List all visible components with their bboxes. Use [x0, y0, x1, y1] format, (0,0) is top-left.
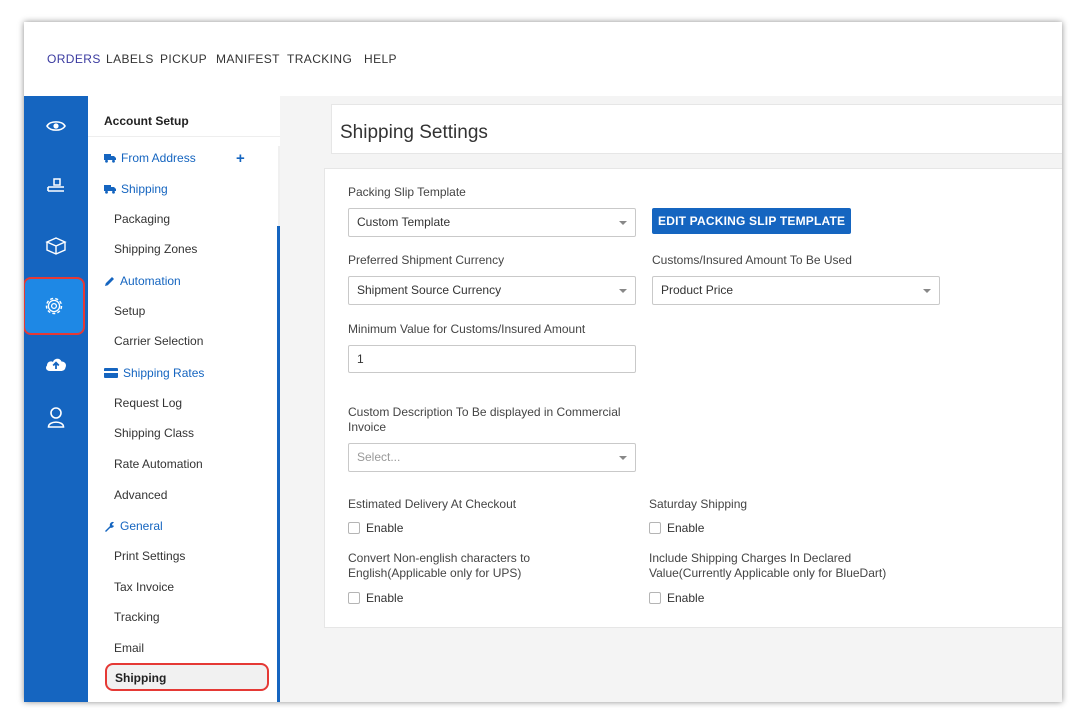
settings-sidebar: Account Setup From Address + Shipping Pa…	[88, 96, 280, 702]
checkbox-box[interactable]	[649, 522, 661, 534]
pencil-icon	[105, 276, 114, 286]
convert-checkbox[interactable]: Enable	[348, 591, 403, 605]
sidebar-item-request-log[interactable]: Request Log	[114, 396, 182, 410]
page-header-card: Shipping Settings	[331, 104, 1062, 154]
packing-slip-value: Custom Template	[357, 215, 451, 229]
include-charges-checkbox[interactable]: Enable	[649, 591, 704, 605]
rail-user[interactable]	[24, 392, 88, 442]
sidebar-item-from-address[interactable]: From Address	[104, 151, 196, 165]
currency-value: Shipment Source Currency	[357, 283, 502, 297]
rail-box[interactable]	[24, 221, 88, 271]
chevron-down-icon	[619, 456, 627, 460]
settings-card: Packing Slip Template Custom Template ED…	[324, 168, 1062, 628]
nav-manifest[interactable]: MANIFEST	[216, 52, 280, 66]
edit-packing-slip-button[interactable]: EDIT PACKING SLIP TEMPLATE	[652, 208, 852, 234]
nav-tracking[interactable]: TRACKING	[287, 52, 352, 66]
rail-upload[interactable]	[24, 339, 88, 389]
min-value-label: Minimum Value for Customs/Insured Amount	[348, 322, 586, 336]
convert-label: Convert Non-english characters to Englis…	[348, 551, 530, 581]
sidebar-item-tracking[interactable]: Tracking	[114, 610, 160, 624]
convert-label-line1: Convert Non-english characters to	[348, 551, 531, 565]
sidebar-item-tax-invoice[interactable]: Tax Invoice	[114, 580, 174, 594]
custom-desc-label-line1: Custom Description To Be displayed in Co…	[348, 405, 621, 419]
top-nav: ORDERS LABELS PICKUP MANIFEST TRACKING H…	[24, 22, 1062, 97]
sidebar-item-automation[interactable]: Automation	[104, 274, 181, 288]
wrench-icon	[105, 521, 114, 532]
add-address-icon[interactable]: +	[236, 150, 245, 167]
include-charges-label: Include Shipping Charges In Declared Val…	[649, 551, 886, 581]
sidebar-item-setup[interactable]: Setup	[114, 304, 145, 318]
sidebar-item-shipping-zones[interactable]: Shipping Zones	[114, 242, 197, 256]
customs-select[interactable]: Product Price	[652, 276, 940, 305]
min-value-input[interactable]	[348, 345, 636, 373]
saturday-label: Saturday Shipping	[649, 497, 748, 511]
sidebar-item-email[interactable]: Email	[114, 641, 144, 655]
sidebar-title: Account Setup	[104, 114, 189, 128]
icon-rail	[24, 96, 88, 702]
eye-icon	[46, 121, 66, 131]
rail-ship[interactable]	[24, 161, 88, 211]
sidebar-item-label: From Address	[121, 151, 196, 165]
currency-select[interactable]: Shipment Source Currency	[348, 276, 636, 305]
checkbox-label: Enable	[667, 591, 705, 605]
sidebar-item-shipping[interactable]: Shipping	[104, 182, 168, 196]
include-label-line1: Include Shipping Charges In Declared	[649, 551, 852, 565]
checkbox-box[interactable]	[348, 522, 360, 534]
sidebar-item-print-settings[interactable]: Print Settings	[114, 549, 185, 563]
customs-value: Product Price	[661, 283, 734, 297]
saturday-checkbox[interactable]: Enable	[649, 521, 704, 535]
sidebar-item-label: Shipping Rates	[123, 366, 205, 380]
sidebar-item-advanced[interactable]: Advanced	[114, 488, 167, 502]
nav-pickup[interactable]: PICKUP	[160, 52, 207, 66]
currency-label: Preferred Shipment Currency	[348, 253, 505, 267]
nav-help[interactable]: HELP	[364, 52, 397, 66]
truck-icon	[104, 154, 116, 163]
sidebar-item-rate-automation[interactable]: Rate Automation	[114, 457, 203, 471]
app-window: ORDERS LABELS PICKUP MANIFEST TRACKING H…	[24, 22, 1062, 702]
sidebar-item-label: General	[120, 519, 163, 533]
page-title: Shipping Settings	[340, 122, 488, 143]
rail-eye[interactable]	[24, 101, 88, 151]
cloud-upload-icon	[46, 358, 67, 371]
chevron-down-icon	[619, 289, 627, 293]
sidebar-item-carrier-selection[interactable]: Carrier Selection	[114, 334, 203, 348]
nav-orders[interactable]: ORDERS	[47, 52, 101, 66]
custom-desc-label: Custom Description To Be displayed in Co…	[348, 405, 621, 435]
rail-settings[interactable]	[24, 277, 85, 335]
divider	[88, 136, 280, 137]
checkbox-box[interactable]	[649, 592, 661, 604]
custom-desc-select[interactable]: Select...	[348, 443, 636, 472]
est-delivery-label: Estimated Delivery At Checkout	[348, 497, 517, 511]
customs-label: Customs/Insured Amount To Be Used	[652, 253, 852, 267]
sidebar-item-shipping-class[interactable]: Shipping Class	[114, 426, 194, 440]
checkbox-label: Enable	[366, 521, 404, 535]
sidebar-item-shipping-rates[interactable]: Shipping Rates	[104, 366, 204, 380]
include-label-line2: Value(Currently Applicable only for Blue…	[649, 566, 887, 580]
est-delivery-checkbox[interactable]: Enable	[348, 521, 403, 535]
convert-label-line2: English(Applicable only for UPS)	[348, 566, 522, 580]
custom-desc-label-line2: Invoice	[348, 420, 387, 434]
truck-icon	[104, 185, 116, 194]
checkbox-box[interactable]	[348, 592, 360, 604]
chevron-down-icon	[923, 289, 931, 293]
ship-box-icon	[47, 178, 64, 192]
chevron-down-icon	[619, 221, 627, 225]
checkbox-label: Enable	[366, 591, 404, 605]
packing-slip-label: Packing Slip Template	[348, 185, 466, 199]
packing-slip-select[interactable]: Custom Template	[348, 208, 636, 237]
user-icon	[47, 407, 65, 428]
credit-card-icon	[104, 368, 118, 378]
nav-labels[interactable]: LABELS	[106, 52, 154, 66]
sidebar-item-general[interactable]: General	[104, 519, 163, 533]
box-icon	[45, 237, 67, 255]
custom-desc-placeholder: Select...	[357, 450, 401, 464]
sidebar-item-label: Automation	[120, 274, 181, 288]
main-content: Shipping Settings Packing Slip Template …	[280, 96, 1062, 702]
settings-gear-icon	[45, 297, 63, 315]
sidebar-item-label: Shipping	[121, 182, 168, 196]
sidebar-item-packaging[interactable]: Packaging	[114, 212, 170, 226]
sidebar-item-shipping-current[interactable]: Shipping	[105, 663, 269, 691]
checkbox-label: Enable	[667, 521, 705, 535]
